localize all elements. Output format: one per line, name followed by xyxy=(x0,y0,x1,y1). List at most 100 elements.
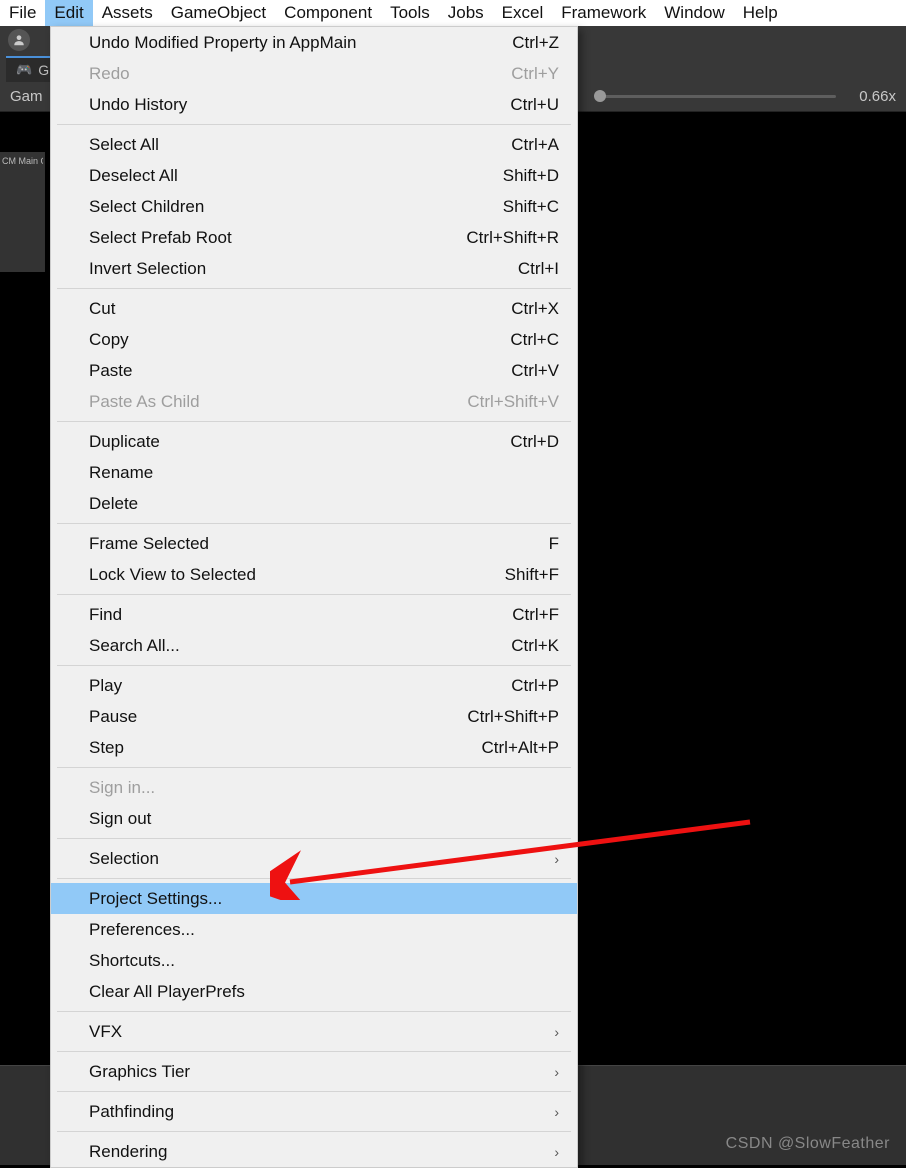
menu-item-select-all[interactable]: Select AllCtrl+A xyxy=(51,129,577,160)
menu-item-rename[interactable]: Rename xyxy=(51,457,577,488)
menu-item-label: Undo Modified Property in AppMain xyxy=(89,33,356,53)
menubar-item-framework[interactable]: Framework xyxy=(552,0,655,26)
chevron-right-icon: › xyxy=(429,1024,559,1040)
menu-separator xyxy=(57,1131,571,1132)
menu-item-sign-out[interactable]: Sign out xyxy=(51,803,577,834)
menu-item-label: Selection xyxy=(89,849,159,869)
menu-item-shortcut: Ctrl+Shift+V xyxy=(429,392,559,412)
menubar-item-help[interactable]: Help xyxy=(734,0,787,26)
menu-item-label: Pathfinding xyxy=(89,1102,174,1122)
menu-item-label: Deselect All xyxy=(89,166,178,186)
menu-separator xyxy=(57,124,571,125)
menu-separator xyxy=(57,665,571,666)
menu-item-label: VFX xyxy=(89,1022,122,1042)
menu-item-label: Sign in... xyxy=(89,778,155,798)
chevron-right-icon: › xyxy=(429,1104,559,1120)
menu-item-label: Play xyxy=(89,676,122,696)
menu-item-label: Project Settings... xyxy=(89,889,222,909)
menu-item-label: Paste As Child xyxy=(89,392,200,412)
menu-item-vfx[interactable]: VFX › xyxy=(51,1016,577,1047)
menu-item-pathfinding[interactable]: Pathfinding › xyxy=(51,1096,577,1127)
menubar-item-excel[interactable]: Excel xyxy=(493,0,553,26)
menubar-item-assets[interactable]: Assets xyxy=(93,0,162,26)
menu-separator xyxy=(57,523,571,524)
menu-item-graphics-tier[interactable]: Graphics Tier› xyxy=(51,1056,577,1087)
menu-item-clear-all-playerprefs[interactable]: Clear All PlayerPrefs xyxy=(51,976,577,1007)
menu-item-paste[interactable]: PasteCtrl+V xyxy=(51,355,577,386)
menu-item-shortcut: Shift+D xyxy=(429,166,559,186)
menubar-item-window[interactable]: Window xyxy=(655,0,733,26)
menu-item-select-children[interactable]: Select Children Shift+C xyxy=(51,191,577,222)
menu-separator xyxy=(57,1091,571,1092)
menu-item-undo-modified-property-in-appmain[interactable]: Undo Modified Property in AppMainCtrl+Z xyxy=(51,27,577,58)
menu-item-step[interactable]: Step Ctrl+Alt+P xyxy=(51,732,577,763)
menu-item-shortcut: Ctrl+Alt+P xyxy=(429,738,559,758)
menu-item-shortcut: Ctrl+K xyxy=(429,636,559,656)
menubar: FileEditAssetsGameObjectComponentToolsJo… xyxy=(0,0,906,26)
menu-item-undo-history[interactable]: Undo History Ctrl+U xyxy=(51,89,577,120)
scene-overlay-line: CM Main C xyxy=(2,156,43,166)
menubar-item-component[interactable]: Component xyxy=(275,0,381,26)
menu-item-shortcut: Shift+C xyxy=(429,197,559,217)
menubar-item-gameobject[interactable]: GameObject xyxy=(162,0,275,26)
menu-item-label: Invert Selection xyxy=(89,259,206,279)
menu-item-redo: Redo Ctrl+Y xyxy=(51,58,577,89)
menubar-item-edit[interactable]: Edit xyxy=(45,0,92,26)
menu-item-find[interactable]: FindCtrl+F xyxy=(51,599,577,630)
menu-item-shortcuts[interactable]: Shortcuts... xyxy=(51,945,577,976)
scene-overlay: CM Main C xyxy=(0,152,45,272)
menu-item-shortcut: Ctrl+Shift+R xyxy=(429,228,559,248)
menu-item-label: Delete xyxy=(89,494,138,514)
chevron-right-icon: › xyxy=(429,1144,559,1160)
menu-item-invert-selection[interactable]: Invert SelectionCtrl+I xyxy=(51,253,577,284)
menu-item-preferences[interactable]: Preferences... xyxy=(51,914,577,945)
chevron-right-icon: › xyxy=(429,851,559,867)
menu-item-label: Sign out xyxy=(89,809,151,829)
menu-item-label: Clear All PlayerPrefs xyxy=(89,982,245,1002)
menu-item-search-all[interactable]: Search All...Ctrl+K xyxy=(51,630,577,661)
menu-item-paste-as-child: Paste As Child Ctrl+Shift+V xyxy=(51,386,577,417)
menu-item-rendering[interactable]: Rendering › xyxy=(51,1136,577,1167)
menu-item-label: Redo xyxy=(89,64,130,84)
menu-item-selection[interactable]: Selection › xyxy=(51,843,577,874)
controller-icon: 🎮 xyxy=(16,62,32,78)
menu-item-label: Step xyxy=(89,738,124,758)
menu-item-label: Undo History xyxy=(89,95,187,115)
zoom-slider[interactable]: 0.66x xyxy=(596,88,896,105)
menu-item-shortcut: F xyxy=(429,534,559,554)
menubar-item-jobs[interactable]: Jobs xyxy=(439,0,493,26)
menu-item-delete[interactable]: Delete xyxy=(51,488,577,519)
menu-item-shortcut: Ctrl+U xyxy=(429,95,559,115)
watermark: CSDN @SlowFeather xyxy=(726,1135,890,1153)
zoom-value: 0.66x xyxy=(846,88,896,105)
menu-item-lock-view-to-selected[interactable]: Lock View to Selected Shift+F xyxy=(51,559,577,590)
menu-item-copy[interactable]: CopyCtrl+C xyxy=(51,324,577,355)
menu-item-duplicate[interactable]: DuplicateCtrl+D xyxy=(51,426,577,457)
menu-item-label: Find xyxy=(89,605,122,625)
menu-item-select-prefab-root[interactable]: Select Prefab RootCtrl+Shift+R xyxy=(51,222,577,253)
menu-item-label: Select Children xyxy=(89,197,204,217)
menu-item-pause[interactable]: PauseCtrl+Shift+P xyxy=(51,701,577,732)
slider-track[interactable] xyxy=(596,95,836,98)
menu-item-play[interactable]: Play Ctrl+P xyxy=(51,670,577,701)
menu-item-label: Lock View to Selected xyxy=(89,565,256,585)
menu-item-shortcut: Ctrl+P xyxy=(429,676,559,696)
menu-separator xyxy=(57,838,571,839)
menu-item-cut[interactable]: CutCtrl+X xyxy=(51,293,577,324)
menu-item-sign-in: Sign in... xyxy=(51,772,577,803)
menu-item-shortcut: Ctrl+Shift+P xyxy=(429,707,559,727)
account-icon[interactable] xyxy=(8,29,30,51)
menu-item-project-settings[interactable]: Project Settings... xyxy=(51,883,577,914)
menubar-item-file[interactable]: File xyxy=(0,0,45,26)
menu-item-shortcut: Ctrl+D xyxy=(429,432,559,452)
menu-item-shortcut: Shift+F xyxy=(429,565,559,585)
menu-item-label: Rename xyxy=(89,463,153,483)
edit-menu-dropdown: Undo Modified Property in AppMainCtrl+ZR… xyxy=(50,26,578,1168)
slider-thumb[interactable] xyxy=(594,90,606,102)
menu-item-label: Shortcuts... xyxy=(89,951,175,971)
menu-item-deselect-all[interactable]: Deselect All Shift+D xyxy=(51,160,577,191)
menu-item-frame-selected[interactable]: Frame SelectedF xyxy=(51,528,577,559)
menubar-item-tools[interactable]: Tools xyxy=(381,0,439,26)
menu-item-label: Rendering xyxy=(89,1142,167,1162)
menu-item-shortcut: Ctrl+Y xyxy=(429,64,559,84)
